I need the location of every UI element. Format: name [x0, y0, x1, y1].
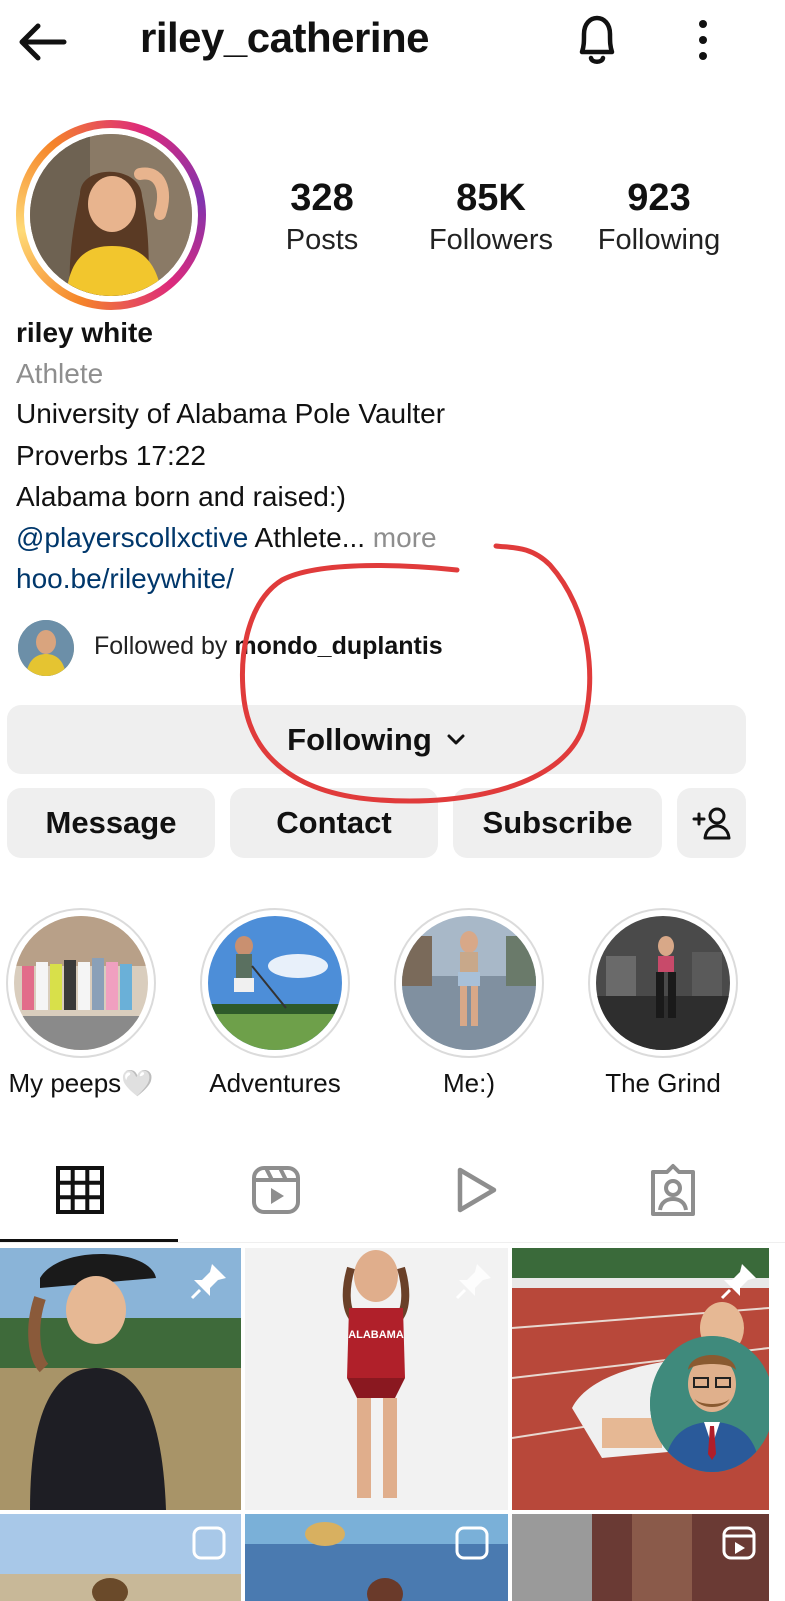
followed-by-prefix: Followed by [94, 632, 235, 660]
bio-line: Alabama born and raised:) [16, 481, 346, 512]
contact-button[interactable]: Contact [230, 788, 438, 858]
highlight-me[interactable] [394, 908, 544, 1058]
bio-mention-link[interactable]: @playerscollxctive [16, 522, 248, 553]
stat-posts[interactable]: 328 Posts [247, 176, 397, 260]
highlight-my-peeps[interactable] [6, 908, 156, 1058]
following-count: 923 [627, 177, 691, 219]
highlight-label: My peeps🤍 [8, 1068, 154, 1098]
overlay-avatar[interactable] [650, 1336, 769, 1472]
profile-name: riley white [16, 317, 153, 348]
shirt-text: ALABAMA [348, 1329, 404, 1341]
stat-followers[interactable]: 85K Followers [416, 176, 566, 260]
highlight-adventures[interactable] [200, 908, 350, 1058]
bio-mention-suffix: Athlete... [248, 522, 366, 553]
grid-post[interactable]: ALABAMA [245, 1248, 508, 1510]
add-user-button[interactable] [677, 788, 746, 858]
followed-by-text[interactable]: Followed by mondo_duplantis [94, 632, 443, 661]
following-button[interactable]: Following [7, 705, 746, 774]
reels-icon [192, 1526, 226, 1560]
tagged-icon[interactable] [643, 1160, 703, 1220]
bio-mention-line: @playerscollxctive Athlete... more [16, 518, 437, 558]
kebab-menu-icon[interactable] [690, 18, 716, 62]
grid-icon[interactable] [50, 1160, 110, 1220]
bio-line: Proverbs 17:22 [16, 440, 206, 471]
highlight-the-grind[interactable] [588, 908, 738, 1058]
grid-post[interactable] [0, 1248, 241, 1510]
highlight-label: Me:) [443, 1068, 495, 1098]
bell-icon[interactable] [572, 12, 622, 68]
reels-icon [722, 1526, 756, 1560]
tab-divider [0, 1242, 785, 1243]
add-user-icon [692, 807, 730, 840]
stat-following[interactable]: 923 Following [584, 176, 734, 260]
followers-label: Followers [428, 224, 554, 256]
pin-icon [190, 1264, 226, 1300]
reels-icon[interactable] [246, 1160, 306, 1220]
grid-post[interactable] [245, 1514, 508, 1601]
following-button-label: Following [287, 721, 432, 757]
reels-icon [455, 1526, 489, 1560]
profile-category: Athlete [16, 358, 104, 389]
bio-more-link[interactable]: more [365, 522, 437, 553]
bio-line: University of Alabama Pole Vaulter [16, 398, 446, 429]
profile-avatar[interactable] [16, 120, 206, 310]
bio-website-link[interactable]: hoo.be/rileywhite/ [16, 559, 234, 599]
posts-label: Posts [285, 224, 359, 256]
chevron-down-icon [446, 727, 466, 753]
pin-icon [455, 1264, 491, 1300]
following-label: Following [597, 224, 721, 256]
profile-username: riley_catherine [140, 14, 430, 61]
grid-post[interactable] [512, 1514, 769, 1601]
subscribe-button[interactable]: Subscribe [453, 788, 662, 858]
followed-by-user[interactable]: mondo_duplantis [234, 632, 442, 660]
play-icon[interactable] [444, 1160, 504, 1220]
pin-icon [720, 1264, 756, 1300]
highlight-label: The Grind [605, 1068, 721, 1098]
back-arrow-icon[interactable] [14, 20, 70, 64]
message-button[interactable]: Message [7, 788, 215, 858]
followers-count: 85K [456, 177, 526, 219]
followed-by-avatar[interactable] [18, 620, 74, 676]
highlight-label: Adventures [209, 1068, 341, 1098]
grid-post[interactable] [0, 1514, 241, 1601]
grid-post[interactable] [512, 1248, 769, 1510]
posts-count: 328 [290, 177, 354, 219]
